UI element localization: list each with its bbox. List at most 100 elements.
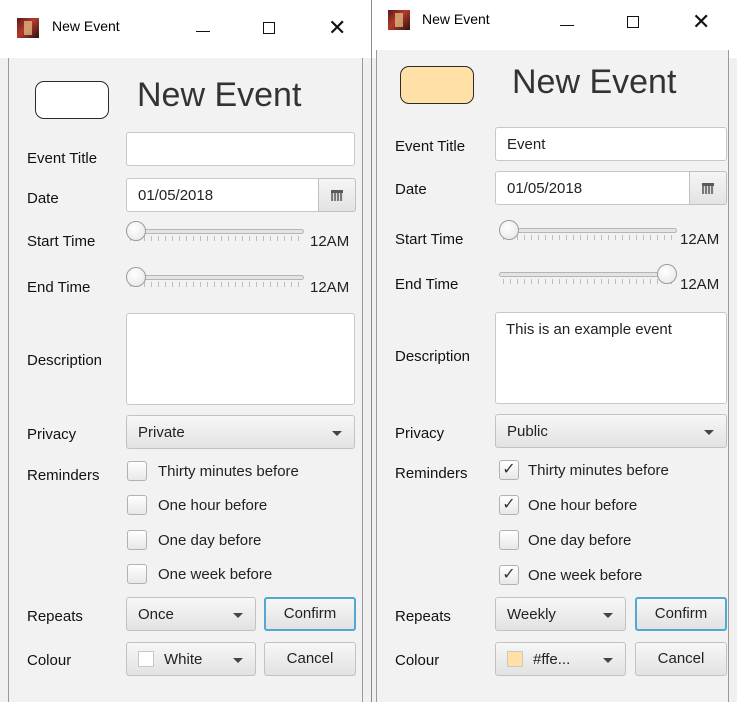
calendar-icon bbox=[702, 183, 714, 194]
cancel-button[interactable]: Cancel bbox=[635, 642, 727, 676]
colour-swatch bbox=[138, 651, 154, 667]
description-textarea[interactable]: This is an example event bbox=[495, 312, 727, 404]
reminder-checkbox-thirty-minutes[interactable] bbox=[127, 461, 147, 481]
form-panel: New Event Event Title Date 01/05/2018 St… bbox=[8, 58, 363, 702]
reminder-label: One week before bbox=[528, 567, 643, 584]
end-time-value: 12AM bbox=[310, 279, 350, 296]
repeats-select-value: Once bbox=[138, 606, 174, 623]
slider-ticks bbox=[130, 282, 302, 287]
reminder-checkbox-thirty-minutes[interactable]: ✓ bbox=[499, 460, 519, 480]
colour-select[interactable]: White bbox=[126, 642, 256, 676]
privacy-label: Privacy bbox=[395, 425, 445, 442]
maximize-icon bbox=[627, 16, 639, 28]
privacy-select[interactable]: Public bbox=[495, 414, 727, 448]
date-label: Date bbox=[27, 190, 59, 207]
repeats-label: Repeats bbox=[395, 608, 451, 625]
confirm-button[interactable]: Confirm bbox=[264, 597, 356, 631]
chevron-down-icon bbox=[233, 613, 243, 618]
reminder-label: One hour before bbox=[528, 497, 638, 514]
page-title: New Event bbox=[512, 63, 677, 101]
slider-thumb[interactable] bbox=[126, 267, 146, 287]
chevron-down-icon bbox=[603, 658, 613, 663]
start-time-slider[interactable] bbox=[499, 220, 677, 246]
slider-track bbox=[126, 275, 304, 280]
repeats-select[interactable]: Weekly bbox=[495, 597, 626, 631]
description-textarea[interactable] bbox=[126, 313, 355, 405]
chevron-down-icon bbox=[332, 431, 342, 436]
event-title-input[interactable]: Event bbox=[495, 127, 727, 161]
reminder-checkbox-one-week[interactable] bbox=[127, 564, 147, 584]
reminder-label: Thirty minutes before bbox=[528, 462, 669, 479]
colour-label: Colour bbox=[395, 652, 440, 669]
reminder-checkbox-one-hour[interactable] bbox=[127, 495, 147, 515]
close-button[interactable]: ✕ bbox=[318, 12, 358, 44]
slider-track bbox=[499, 228, 677, 233]
reminder-label: One week before bbox=[158, 566, 273, 583]
description-label: Description bbox=[395, 348, 471, 365]
date-input[interactable]: 01/05/2018 bbox=[495, 171, 691, 205]
chevron-down-icon bbox=[603, 613, 613, 618]
new-event-window-left: New Event ✕ New Event Event Title Date 0… bbox=[0, 0, 371, 702]
reminder-checkbox-one-week[interactable]: ✓ bbox=[499, 565, 519, 585]
form-panel: New Event Event Title Event Date 01/05/2… bbox=[376, 50, 729, 702]
colour-label: Colour bbox=[27, 652, 72, 669]
calendar-icon bbox=[331, 190, 343, 201]
close-icon: ✕ bbox=[692, 9, 711, 34]
description-label: Description bbox=[27, 352, 103, 369]
confirm-button[interactable]: Confirm bbox=[635, 597, 727, 631]
colour-select[interactable]: #ffe... bbox=[495, 642, 626, 676]
date-picker-button[interactable] bbox=[689, 171, 727, 205]
colour-select-value: White bbox=[164, 651, 203, 668]
repeats-select[interactable]: Once bbox=[126, 597, 256, 631]
colour-preview bbox=[400, 66, 474, 104]
start-time-value: 12AM bbox=[680, 231, 720, 248]
start-time-slider[interactable] bbox=[126, 221, 304, 247]
close-icon: ✕ bbox=[328, 15, 347, 40]
app-icon bbox=[388, 10, 410, 30]
cancel-button[interactable]: Cancel bbox=[264, 642, 356, 676]
minimize-button[interactable] bbox=[183, 12, 223, 44]
reminder-label: One day before bbox=[528, 532, 632, 549]
event-title-label: Event Title bbox=[27, 150, 98, 167]
slider-track bbox=[499, 272, 677, 277]
window-title: New Event bbox=[52, 18, 120, 34]
reminders-label: Reminders bbox=[27, 467, 100, 484]
title-bar[interactable]: New Event ✕ bbox=[0, 0, 371, 58]
reminder-label: One hour before bbox=[158, 497, 268, 514]
reminders-label: Reminders bbox=[395, 465, 468, 482]
slider-ticks bbox=[130, 236, 302, 241]
date-input[interactable]: 01/05/2018 bbox=[126, 178, 319, 212]
reminder-checkbox-one-day[interactable] bbox=[499, 530, 519, 550]
maximize-button[interactable] bbox=[614, 6, 654, 38]
privacy-select-value: Public bbox=[507, 423, 548, 440]
reminder-checkbox-one-hour[interactable]: ✓ bbox=[499, 495, 519, 515]
slider-thumb[interactable] bbox=[499, 220, 519, 240]
start-time-value: 12AM bbox=[310, 233, 350, 250]
end-time-slider[interactable] bbox=[499, 264, 677, 290]
maximize-button[interactable] bbox=[250, 12, 290, 44]
end-time-label: End Time bbox=[27, 279, 91, 296]
event-title-input[interactable] bbox=[126, 132, 355, 166]
maximize-icon bbox=[263, 22, 275, 34]
start-time-label: Start Time bbox=[27, 233, 96, 250]
slider-track bbox=[126, 229, 304, 234]
reminder-checkbox-one-day[interactable] bbox=[127, 530, 147, 550]
slider-thumb[interactable] bbox=[657, 264, 677, 284]
colour-preview bbox=[35, 81, 109, 119]
colour-select-value: #ffe... bbox=[533, 651, 571, 668]
event-title-label: Event Title bbox=[395, 138, 466, 155]
chevron-down-icon bbox=[233, 658, 243, 663]
window-title: New Event bbox=[422, 11, 490, 27]
reminder-label: One day before bbox=[158, 532, 262, 549]
date-label: Date bbox=[395, 181, 427, 198]
minimize-button[interactable] bbox=[547, 6, 587, 38]
slider-thumb[interactable] bbox=[126, 221, 146, 241]
close-button[interactable]: ✕ bbox=[682, 6, 722, 38]
end-time-slider[interactable] bbox=[126, 267, 304, 293]
privacy-select[interactable]: Private bbox=[126, 415, 355, 449]
slider-ticks bbox=[503, 235, 675, 240]
repeats-label: Repeats bbox=[27, 608, 83, 625]
date-picker-button[interactable] bbox=[318, 178, 356, 212]
slider-ticks bbox=[503, 279, 675, 284]
reminder-label: Thirty minutes before bbox=[158, 463, 299, 480]
